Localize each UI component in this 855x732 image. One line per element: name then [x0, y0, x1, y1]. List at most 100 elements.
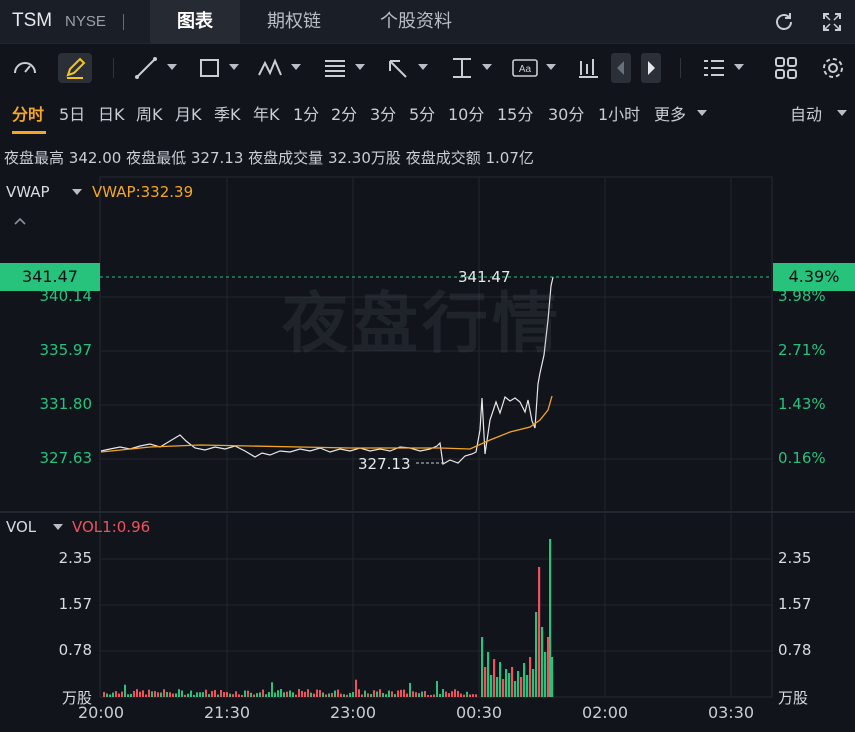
vol-indicator-name[interactable]: VOL	[6, 518, 36, 536]
volume-bar	[217, 694, 219, 697]
high-label: 夜盘最高	[4, 149, 65, 167]
refresh-icon[interactable]	[772, 10, 796, 34]
tab-chart[interactable]: 图表	[150, 0, 240, 44]
period-5d[interactable]: 5日	[59, 101, 85, 125]
volume-bar	[136, 689, 138, 697]
chevron-down-icon[interactable]	[291, 64, 301, 70]
volume-bar	[196, 692, 198, 697]
measure-icon[interactable]	[448, 53, 476, 83]
volume-bar	[481, 637, 484, 697]
volume-bar	[523, 663, 526, 697]
chevron-down-icon[interactable]	[355, 64, 365, 70]
volume-bar	[238, 694, 240, 697]
volume-bar	[124, 684, 126, 697]
period-daily[interactable]: 日K	[98, 101, 125, 125]
period-1m[interactable]: 1分	[293, 101, 319, 125]
volume-bar	[307, 689, 309, 697]
chevron-down-icon[interactable]	[167, 64, 177, 70]
volume-bars	[103, 539, 554, 697]
auto-scale[interactable]: 自动	[790, 101, 822, 125]
volume-bar	[295, 694, 297, 697]
volume-bar	[549, 539, 552, 697]
period-2m[interactable]: 2分	[331, 101, 357, 125]
period-more[interactable]: 更多	[654, 101, 686, 125]
period-weekly[interactable]: 周K	[136, 101, 163, 125]
volume-bar	[256, 693, 258, 697]
pattern-icon[interactable]	[256, 53, 286, 83]
symbol: TSM	[12, 10, 53, 31]
volume-bar	[235, 691, 237, 697]
vol-tick: 0.78	[778, 641, 812, 659]
fib-icon[interactable]	[320, 53, 350, 83]
period-10m[interactable]: 10分	[448, 101, 484, 125]
period-intraday[interactable]: 分时	[12, 101, 44, 125]
volume-bar	[280, 689, 282, 697]
period-15m[interactable]: 15分	[497, 101, 533, 125]
settings-icon[interactable]	[819, 53, 847, 83]
period-quarterly[interactable]: 季K	[214, 101, 241, 125]
volume-bar	[451, 691, 453, 697]
pencil-icon[interactable]	[58, 53, 92, 83]
period-30m[interactable]: 30分	[548, 101, 584, 125]
text-icon[interactable]: Aa	[510, 53, 540, 83]
volume-bar	[337, 689, 339, 697]
price-chart[interactable]	[0, 170, 855, 700]
volume-bar	[472, 694, 474, 697]
arrow-icon[interactable]	[384, 53, 412, 83]
chevron-down-icon[interactable]	[53, 524, 63, 530]
chevron-down-icon[interactable]	[837, 110, 847, 116]
volume-bar	[427, 694, 429, 697]
period-5m[interactable]: 5分	[409, 101, 435, 125]
volume-bar	[127, 694, 129, 697]
volume-bar	[551, 657, 554, 697]
volume-bar	[277, 690, 279, 697]
rectangle-icon[interactable]	[196, 53, 224, 83]
chevron-down-icon[interactable]	[72, 189, 82, 195]
period-monthly[interactable]: 月K	[175, 101, 202, 125]
volume-bar	[490, 675, 493, 697]
volume-bar	[172, 693, 174, 697]
trendline-icon[interactable]	[132, 53, 160, 83]
chevron-down-icon[interactable]	[418, 64, 428, 70]
prev-icon[interactable]	[611, 53, 631, 83]
period-1h[interactable]: 1小时	[598, 101, 640, 125]
price-tick: 331.80	[39, 395, 93, 413]
volume-bar	[421, 691, 423, 697]
gauge-icon[interactable]	[10, 53, 40, 83]
volume-bar	[244, 690, 246, 697]
volume-bar	[292, 692, 294, 697]
volume-bar	[265, 694, 267, 697]
volume-bar	[331, 693, 333, 697]
chevron-down-icon[interactable]	[697, 110, 707, 116]
chevron-down-icon[interactable]	[229, 64, 239, 70]
tab-profile[interactable]: 个股资料	[360, 0, 472, 44]
volume-bar	[448, 693, 450, 697]
volume-bar	[496, 677, 499, 697]
candle-icon[interactable]	[574, 53, 602, 83]
volume-bar	[151, 691, 153, 697]
toolbar-divider	[113, 58, 114, 78]
chevron-down-icon[interactable]	[734, 64, 744, 70]
time-tick: 20:00	[77, 703, 125, 722]
volume-bar	[499, 662, 502, 697]
volume-bar	[187, 693, 189, 697]
fullscreen-icon[interactable]	[820, 10, 844, 34]
collapse-icon[interactable]	[12, 212, 28, 231]
volume-bar	[373, 690, 375, 697]
volume-bar	[274, 692, 276, 697]
volume-bar	[406, 693, 408, 697]
volume-bar	[484, 667, 487, 697]
chevron-down-icon[interactable]	[546, 64, 556, 70]
volume-bar	[232, 694, 234, 697]
tab-options-chain[interactable]: 期权链	[248, 0, 340, 44]
period-yearly[interactable]: 年K	[253, 101, 280, 125]
header: TSM NYSE 图表 期权链 个股资料	[0, 0, 855, 44]
layout-icon[interactable]	[700, 53, 728, 83]
volume-bar	[463, 694, 465, 697]
grid-icon[interactable]	[772, 53, 800, 83]
next-icon[interactable]	[641, 53, 661, 83]
period-3m[interactable]: 3分	[370, 101, 396, 125]
chevron-down-icon[interactable]	[482, 64, 492, 70]
night-session-stats: 夜盘最高 342.00 夜盘最低 327.13 夜盘成交量 32.30万股 夜盘…	[4, 147, 534, 168]
main-indicator-name[interactable]: VWAP	[6, 183, 50, 201]
